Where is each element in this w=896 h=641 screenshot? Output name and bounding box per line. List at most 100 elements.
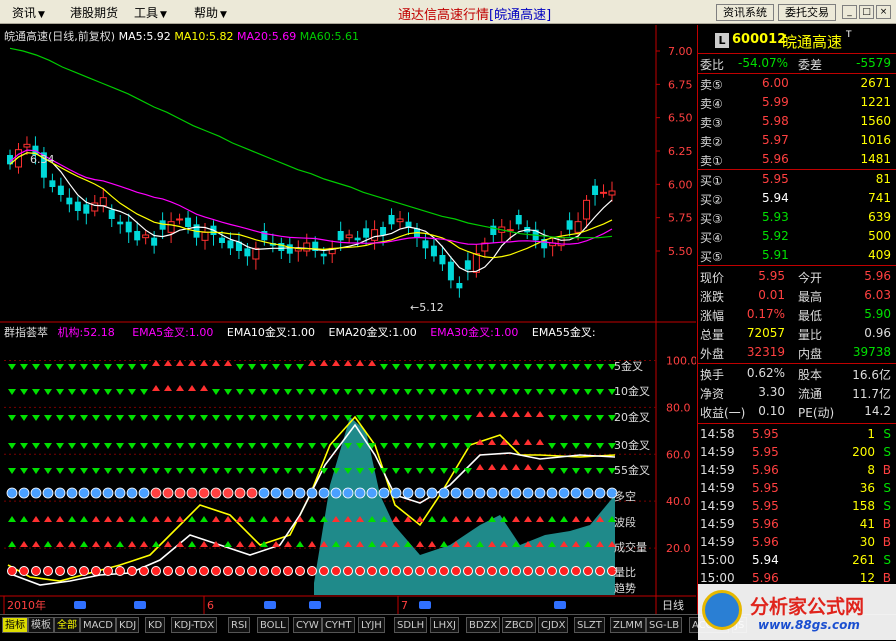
price-tick-label: 5.75 <box>668 212 693 225</box>
down-arrow-icon <box>44 364 52 370</box>
candle-body <box>439 255 446 265</box>
down-arrow-icon <box>224 415 232 421</box>
tab-lhxj[interactable]: LHXJ <box>430 617 459 633</box>
candle-body <box>490 225 497 235</box>
down-arrow-icon <box>44 443 52 449</box>
wave-arrow-icon <box>128 516 136 522</box>
down-arrow-icon <box>320 443 328 449</box>
stock-code: 600012 <box>732 32 787 47</box>
wave-arrow-icon <box>80 516 88 522</box>
watermark: 分析家公式网 www.88gs.com <box>698 584 896 640</box>
up-arrow-icon <box>176 360 184 366</box>
signal-row-label: 55金叉 <box>614 464 650 477</box>
down-arrow-icon <box>392 389 400 395</box>
signal-row-label: 量比 <box>614 566 636 579</box>
down-arrow-icon <box>284 415 292 421</box>
candle-body <box>422 240 429 249</box>
up-arrow-icon <box>512 439 520 445</box>
down-arrow-icon <box>476 364 484 370</box>
tab-cyw[interactable]: CYW <box>293 617 322 633</box>
tab-bdzx[interactable]: BDZX <box>466 617 501 633</box>
tab-sg-lb[interactable]: SG-LB <box>646 617 683 633</box>
tab-kdj-tdx[interactable]: KDJ-TDX <box>171 617 218 633</box>
down-arrow-icon <box>416 389 424 395</box>
chart-canvas[interactable]: 5.50 5.75 6.00 6.25 6.50 6.75 7.00 20.0 40.0 60.0… <box>0 25 696 614</box>
menu-help[interactable]: 帮助 ▼ <box>194 4 227 21</box>
period-label[interactable]: 日线 <box>662 597 684 613</box>
up-arrow-icon <box>476 464 484 470</box>
level-label: 买① <box>700 174 723 188</box>
volume-ratio-marker <box>175 566 185 576</box>
candle-body <box>388 215 395 225</box>
tab-lyjh[interactable]: LYJH <box>358 617 385 633</box>
down-arrow-icon <box>320 415 328 421</box>
app-name: 通达信高速行情 <box>398 8 490 23</box>
tab-rsi[interactable]: RSI <box>228 617 251 633</box>
menu-news[interactable]: 资讯 ▼ <box>12 4 45 21</box>
down-arrow-icon <box>44 468 52 474</box>
tab-sdlh[interactable]: SDLH <box>394 617 428 633</box>
down-arrow-icon <box>560 364 568 370</box>
volume-ratio-marker <box>127 566 137 576</box>
menu-news-label: 资讯 <box>12 6 37 20</box>
tab-macd[interactable]: MACD <box>80 617 116 633</box>
tab-zlmm[interactable]: ZLMM <box>610 617 646 633</box>
tab-cyht[interactable]: CYHT <box>322 617 355 633</box>
minimize-icon[interactable]: _ <box>842 5 857 19</box>
weibi-row: 委比 -54.07% 委差 -5579 <box>698 55 896 73</box>
candle-body <box>371 229 379 241</box>
candle-body <box>142 234 150 239</box>
order-trade-button[interactable]: 委托交易 <box>778 4 836 21</box>
wave-arrow-icon <box>20 516 28 522</box>
volume-ratio-marker <box>379 566 389 576</box>
down-arrow-icon <box>392 468 400 474</box>
sell-level: 卖③ 5.98 1560 <box>698 113 896 131</box>
down-arrow-icon <box>272 468 280 474</box>
ball-marker <box>378 487 390 499</box>
restore-icon[interactable]: □ <box>859 5 874 19</box>
tab-slzt[interactable]: SLZT <box>574 617 605 633</box>
indicator-tick-label: 100.0 <box>666 354 696 367</box>
tick-side: S <box>883 481 891 495</box>
tab-zbcd[interactable]: ZBCD <box>502 617 537 633</box>
volume-ratio-marker <box>283 566 293 576</box>
tick-price: 5.96 <box>752 517 779 531</box>
tab-boll[interactable]: BOLL <box>257 617 289 633</box>
down-arrow-icon <box>188 468 196 474</box>
tab-kdj[interactable]: KDJ <box>116 617 140 633</box>
menu-tools[interactable]: 工具 ▼ <box>134 4 167 21</box>
indicator-tick-label: 60.0 <box>666 448 691 461</box>
candle-body <box>430 245 437 257</box>
ball-marker <box>594 487 606 499</box>
volume-ratio-marker <box>535 566 545 576</box>
tab-kd[interactable]: KD <box>145 617 166 633</box>
tick-time: 15:00 <box>700 571 735 585</box>
news-system-button[interactable]: 资讯系统 <box>716 4 774 21</box>
down-arrow-icon <box>212 389 220 395</box>
tab-cjdx[interactable]: CJDX <box>538 617 569 633</box>
up-arrow-icon <box>332 360 340 366</box>
up-arrow-icon <box>488 439 496 445</box>
menubar: 资讯 ▼ 港股期货 工具 ▼ 帮助 ▼ 通达信高速行情[皖通高速] 资讯系统 委托交易… <box>0 0 896 24</box>
down-arrow-icon <box>200 415 208 421</box>
down-arrow-icon <box>428 415 436 421</box>
menu-hk-futures[interactable]: 港股期货 <box>70 4 118 21</box>
chart-area[interactable]: 5.50 5.75 6.00 6.25 6.50 6.75 7.00 20.0 40.0 60.0… <box>0 25 696 614</box>
buy-level: 买① 5.95 81 <box>698 171 896 189</box>
down-arrow-icon <box>284 468 292 474</box>
down-arrow-icon <box>560 443 568 449</box>
ball-marker <box>570 487 582 499</box>
tab-全部[interactable]: 全部 <box>54 617 80 633</box>
fund-row: 换手 0.62% 股本 16.6亿 <box>698 365 896 383</box>
ball-marker <box>462 487 474 499</box>
close-icon[interactable]: × <box>876 5 891 19</box>
tab-指标[interactable]: 指标 <box>2 617 28 633</box>
down-arrow-icon <box>308 443 316 449</box>
down-arrow-icon <box>296 415 304 421</box>
tick-time: 14:59 <box>700 499 735 513</box>
ma60-label: MA60:5.61 <box>299 30 359 43</box>
down-arrow-icon <box>296 389 304 395</box>
fund-label: 换手 <box>700 368 725 382</box>
down-arrow-icon <box>164 415 172 421</box>
tab-模板[interactable]: 模板 <box>28 617 54 633</box>
